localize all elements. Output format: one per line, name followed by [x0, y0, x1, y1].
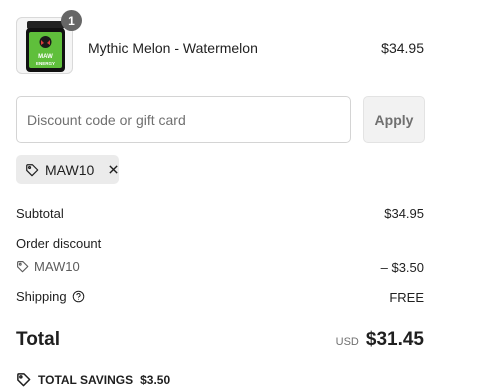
discount-code-text: MAW10: [34, 259, 80, 274]
subtotal-value: $34.95: [384, 206, 424, 221]
shipping-value: FREE: [389, 290, 424, 305]
apply-button[interactable]: Apply: [363, 96, 425, 143]
total-savings: TOTAL SAVINGS $3.50: [16, 372, 170, 387]
total-value: $31.45: [365, 329, 424, 350]
shipping-label: Shipping: [16, 289, 67, 304]
tag-icon: [25, 163, 39, 177]
discount-code-line: MAW10: [16, 259, 80, 274]
savings-value: $3.50: [140, 372, 171, 387]
currency-code: USD: [335, 336, 359, 348]
discount-code-input[interactable]: [16, 96, 351, 143]
tag-icon: [16, 260, 29, 273]
shipping-row: Shipping: [16, 289, 85, 304]
product-name: Mythic Melon - Watermelon: [88, 40, 258, 56]
remove-discount-icon[interactable]: [108, 164, 119, 175]
order-discount-label: Order discount: [16, 236, 102, 251]
applied-discount-chip: MAW10: [16, 155, 119, 184]
total-value-group: USD $31.45: [336, 329, 424, 351]
svg-text:MAW: MAW: [38, 54, 53, 60]
discount-value: – $3.50: [380, 260, 424, 275]
subtotal-label: Subtotal: [16, 206, 64, 221]
quantity-badge: 1: [61, 10, 82, 31]
help-icon[interactable]: [72, 290, 85, 303]
applied-code-label: MAW10: [45, 161, 95, 178]
savings-label: TOTAL SAVINGS: [38, 372, 134, 387]
product-price: $34.95: [381, 40, 424, 56]
svg-text:ENERGY: ENERGY: [36, 61, 55, 66]
total-label: Total: [16, 329, 60, 350]
savings-tag-icon: [16, 372, 31, 387]
